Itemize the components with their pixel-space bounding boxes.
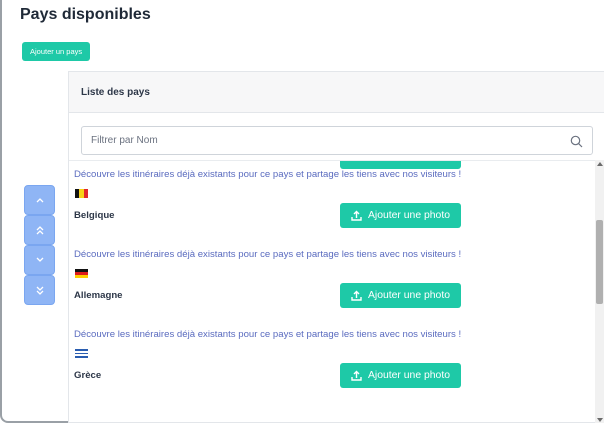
country-list: Découvre les itinéraires déjà existants …: [69, 160, 604, 423]
country-item-allemagne: Découvre les itinéraires déjà existants …: [69, 227, 595, 308]
greece-flag-icon: [75, 349, 88, 358]
double-chevron-up-icon: [36, 225, 43, 234]
chevron-down-icon: [36, 257, 43, 262]
country-name: Allemagne: [74, 290, 123, 301]
country-name: Grèce: [74, 370, 102, 381]
double-chevron-down-icon: [36, 286, 43, 295]
add-photo-button[interactable]: Ajouter une photo: [340, 283, 461, 308]
scrollbar-thumb[interactable]: [596, 220, 603, 304]
scrollbar-down-arrow-icon[interactable]: [597, 418, 603, 422]
discover-itineraries-link[interactable]: Découvre les itinéraires déjà existants …: [74, 169, 461, 180]
germany-flag-icon: [75, 269, 88, 278]
upload-icon: [351, 210, 362, 221]
upload-icon: [351, 370, 362, 381]
scroll-top-button[interactable]: [24, 215, 55, 245]
page-title: Pays disponibles: [20, 6, 151, 23]
add-photo-label: Ajouter une photo: [367, 370, 451, 381]
scroll-up-button[interactable]: [24, 185, 55, 215]
country-list-card: Liste des pays Découvre les itinéraires …: [68, 71, 604, 423]
search-icon[interactable]: [570, 135, 583, 148]
discover-itineraries-link[interactable]: Découvre les itinéraires déjà existants …: [74, 249, 461, 260]
filter-box: [81, 126, 593, 155]
scroll-controls: [24, 185, 55, 305]
scroll-down-button[interactable]: [24, 245, 55, 275]
country-item-grece: Découvre les itinéraires déjà existants …: [69, 307, 595, 388]
add-photo-label: Ajouter une photo: [367, 210, 451, 221]
add-photo-button[interactable]: Ajouter une photo: [340, 203, 461, 228]
filter-name-input[interactable]: [82, 127, 592, 154]
discover-itineraries-link[interactable]: Découvre les itinéraires déjà existants …: [74, 329, 461, 340]
scrollbar-up-arrow-icon[interactable]: [597, 162, 603, 166]
scroll-bottom-button[interactable]: [24, 275, 55, 305]
upload-icon: [351, 290, 362, 301]
country-name: Belgique: [74, 210, 115, 221]
card-title: Liste des pays: [81, 86, 150, 98]
list-scrollbar[interactable]: [595, 160, 604, 423]
add-country-button[interactable]: Ajouter un pays: [22, 42, 91, 61]
belgium-flag-icon: [75, 189, 88, 198]
add-photo-button[interactable]: Ajouter une photo: [340, 363, 461, 388]
card-header: Liste des pays: [69, 72, 604, 113]
add-photo-label: Ajouter une photo: [367, 290, 451, 301]
chevron-up-icon: [36, 198, 43, 203]
country-item-belgique: Découvre les itinéraires déjà existants …: [69, 161, 595, 228]
